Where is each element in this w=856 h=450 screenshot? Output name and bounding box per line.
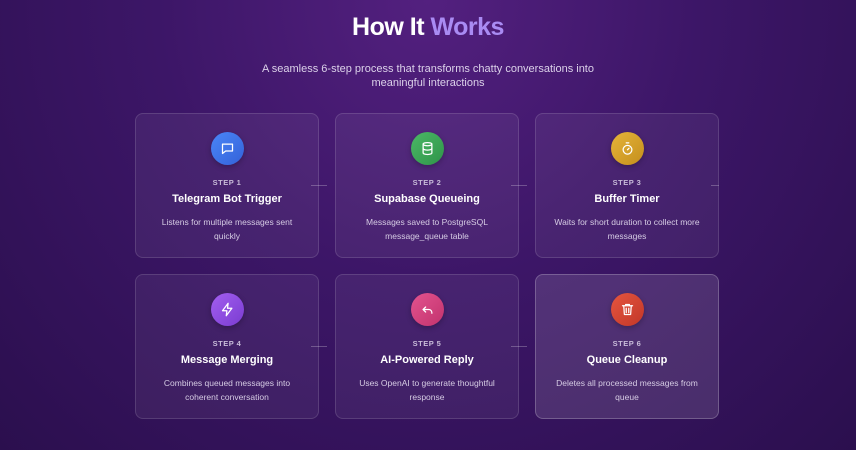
database-icon: [410, 132, 444, 165]
page-title: How It Works: [0, 12, 856, 42]
page-subtitle: A seamless 6-step process that transform…: [262, 63, 594, 89]
step-title: Queue Cleanup: [586, 354, 668, 366]
stopwatch-icon: [610, 132, 644, 165]
title-main: How It: [352, 13, 425, 41]
step-card-1[interactable]: STEP 1 Telegram Bot Trigger Listens for …: [135, 113, 319, 258]
step-description: Listens for multiple messages sent quick…: [161, 217, 293, 241]
step-title: Message Merging: [180, 354, 274, 366]
step-card-2[interactable]: STEP 2 Supabase Queueing Messages saved …: [335, 113, 519, 258]
step-card-3[interactable]: STEP 3 Buffer Timer Waits for short dura…: [535, 113, 719, 258]
step-title: Supabase Queueing: [374, 193, 480, 205]
step-description: Combines queued messages into coherent c…: [163, 378, 291, 402]
step-description: Messages saved to PostgreSQL message_que…: [366, 217, 488, 241]
step-title: AI-Powered Reply: [380, 354, 474, 366]
steps-grid: STEP 1 Telegram Bot Trigger Listens for …: [135, 113, 719, 419]
header: How It Works A seamless 6-step process t…: [0, 12, 856, 90]
step-card-5[interactable]: STEP 5 AI-Powered Reply Uses OpenAI to g…: [335, 274, 519, 419]
step-label: STEP 5: [412, 339, 442, 348]
connector-line: [511, 346, 527, 347]
step-label: STEP 4: [212, 339, 242, 348]
step-title: Buffer Timer: [594, 193, 660, 205]
step-description: Deletes all processed messages from queu…: [556, 378, 698, 402]
step-description: Waits for short duration to collect more…: [554, 217, 700, 241]
step-label: STEP 3: [612, 178, 642, 187]
step-label: STEP 6: [612, 339, 642, 348]
connector-line: [311, 185, 327, 186]
step-card-6[interactable]: STEP 6 Queue Cleanup Deletes all process…: [535, 274, 719, 419]
connector-line: [711, 185, 719, 186]
chat-bubble-icon: [210, 132, 244, 165]
title-accent: Works: [430, 13, 505, 41]
step-label: STEP 2: [412, 178, 442, 187]
trash-icon: [610, 293, 644, 326]
lightning-icon: [210, 293, 244, 326]
step-card-4[interactable]: STEP 4 Message Merging Combines queued m…: [135, 274, 319, 419]
step-description: Uses OpenAI to generate thoughtful respo…: [359, 378, 495, 402]
step-label: STEP 1: [212, 178, 242, 187]
connector-line: [311, 346, 327, 347]
reply-arrow-icon: [410, 293, 444, 326]
connector-line: [511, 185, 527, 186]
step-title: Telegram Bot Trigger: [172, 193, 282, 205]
